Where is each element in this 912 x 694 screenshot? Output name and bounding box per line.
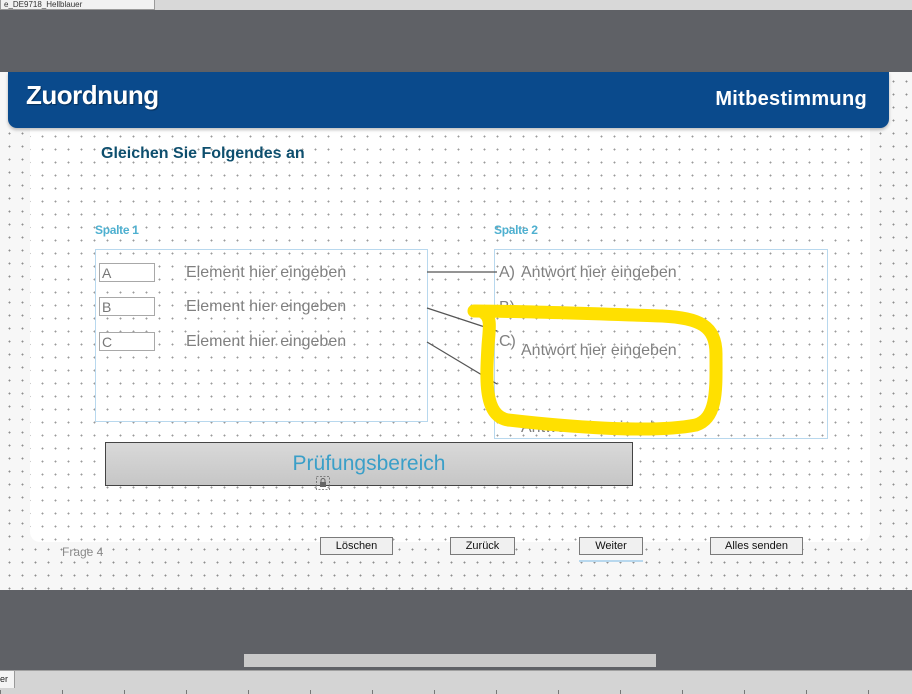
lock-icon bbox=[316, 476, 330, 490]
scrollbar-thumb[interactable] bbox=[244, 654, 656, 667]
review-area-label: Prüfungsbereich bbox=[292, 452, 446, 475]
yellow-highlight-mark bbox=[467, 304, 723, 436]
question-number: Frage 4 bbox=[62, 545, 104, 559]
submit-all-button[interactable]: Alles senden bbox=[710, 537, 803, 555]
next-button[interactable]: Weiter bbox=[579, 537, 643, 555]
bottom-tab[interactable]: er bbox=[0, 671, 15, 688]
bottom-ruler bbox=[0, 690, 912, 694]
review-area-button[interactable]: Prüfungsbereich bbox=[105, 442, 633, 486]
clear-button[interactable]: Löschen bbox=[320, 537, 393, 555]
bottom-toolbar: er bbox=[0, 670, 912, 694]
connector-lines-overlay bbox=[426, 271, 723, 436]
next-button-focus-indicator bbox=[579, 560, 643, 562]
back-button[interactable]: Zurück bbox=[450, 537, 515, 555]
